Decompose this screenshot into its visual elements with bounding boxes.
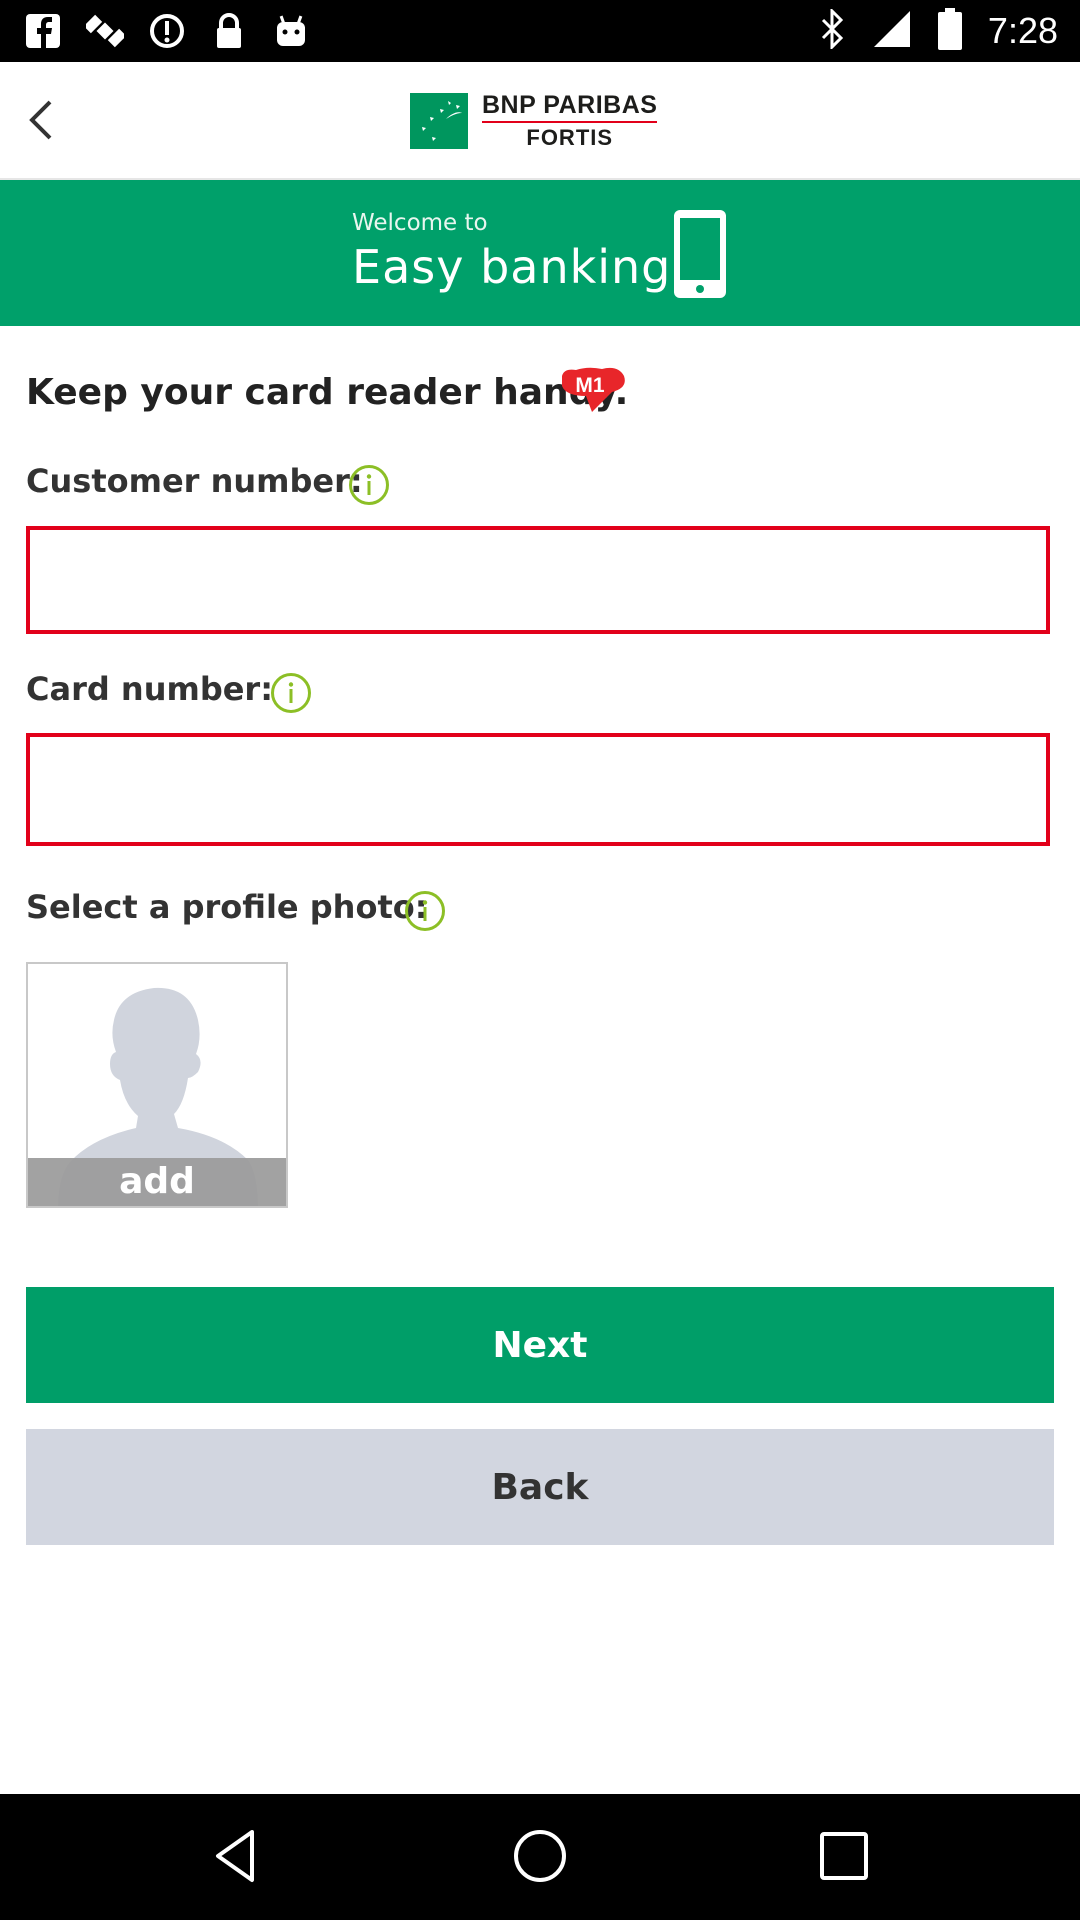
- welcome-banner: Welcome to Easy banking: [0, 180, 1080, 326]
- profile-photo-label: Select a profile photo:: [26, 888, 428, 926]
- back-button[interactable]: Back: [26, 1429, 1054, 1545]
- bluetooth-icon: [820, 7, 846, 53]
- logo-text: BNP PARIBAS FORTIS: [482, 93, 658, 150]
- m1-badge: M1: [558, 366, 630, 422]
- profile-photo-picker[interactable]: add: [26, 962, 288, 1208]
- nav-recents-icon[interactable]: [812, 1824, 876, 1888]
- m1-badge-label: M1: [575, 374, 605, 397]
- back-arrow-icon[interactable]: [20, 98, 64, 142]
- status-clock: 7:28: [987, 10, 1058, 51]
- sync-icon: [148, 12, 186, 50]
- smartphone-icon: [672, 208, 728, 300]
- customer-number-input[interactable]: [26, 526, 1050, 634]
- customer-number-info-icon[interactable]: [348, 464, 390, 506]
- logo-stars-icon: [410, 93, 468, 149]
- customer-number-label: Customer number:: [26, 462, 363, 500]
- status-icons-left: [24, 12, 310, 50]
- card-number-label: Card number:: [26, 670, 273, 708]
- android-icon: [272, 12, 310, 50]
- logo-line1: BNP PARIBAS: [482, 93, 658, 123]
- status-icons-right: 7:28: [820, 7, 1058, 54]
- banner-title: Easy banking: [352, 240, 672, 294]
- bnp-paribas-fortis-logo: BNP PARIBAS FORTIS: [410, 92, 658, 150]
- satellite-icon: [83, 12, 127, 50]
- nav-home-icon[interactable]: [508, 1824, 572, 1888]
- banner-welcome-text: Welcome to: [352, 210, 488, 236]
- facebook-icon: [24, 12, 62, 50]
- app-header: BNP PARIBAS FORTIS: [0, 62, 1080, 180]
- logo-line2: FORTIS: [526, 125, 614, 150]
- profile-photo-info-icon[interactable]: [404, 890, 446, 932]
- system-nav-bar: [0, 1794, 1080, 1920]
- card-number-info-icon[interactable]: [270, 672, 312, 714]
- battery-icon: [937, 8, 962, 54]
- add-photo-label[interactable]: add: [28, 1161, 286, 1202]
- signal-icon: [872, 9, 912, 53]
- status-bar: 7:28: [0, 0, 1080, 62]
- card-number-input[interactable]: [26, 733, 1050, 846]
- next-button[interactable]: Next: [26, 1287, 1054, 1403]
- nav-back-icon[interactable]: [204, 1824, 268, 1888]
- lock-icon: [210, 12, 248, 50]
- card-reader-hint: Keep your card reader handy.: [26, 372, 629, 413]
